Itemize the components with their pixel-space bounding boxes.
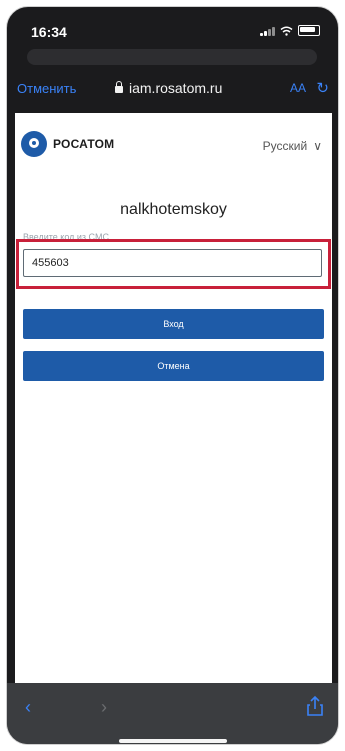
text-size-button[interactable]: AA xyxy=(290,81,306,95)
browser-toolbar: ‹ › xyxy=(7,683,338,744)
home-indicator xyxy=(119,739,227,743)
screenshot-frame: 16:34 Отменить iam.rosatom.ru AA ↻ РОСАТ… xyxy=(0,0,345,751)
lock-icon xyxy=(115,81,123,93)
language-selector[interactable]: Русский ∨ xyxy=(263,139,322,153)
reload-icon[interactable]: ↻ xyxy=(316,79,329,97)
status-icons xyxy=(260,25,320,36)
browser-cancel-button[interactable]: Отменить xyxy=(17,81,76,96)
share-icon[interactable] xyxy=(304,695,326,717)
username-title: nalkhotemskoy xyxy=(120,201,227,218)
signal-icon xyxy=(260,26,275,36)
phone-screen: 16:34 Отменить iam.rosatom.ru AA ↻ РОСАТ… xyxy=(6,6,339,745)
address-bar[interactable]: iam.rosatom.ru xyxy=(115,80,222,96)
web-page: РОСАТОМ Русский ∨ nalkhotemskoy Введите … xyxy=(15,113,332,683)
sms-code-input[interactable] xyxy=(23,249,322,277)
battery-icon xyxy=(298,25,320,36)
url-text: iam.rosatom.ru xyxy=(129,80,223,96)
status-bar: 16:34 xyxy=(7,7,338,47)
chevron-down-icon: ∨ xyxy=(313,139,322,153)
rosatom-logo: РОСАТОМ xyxy=(21,131,114,157)
logo-text: РОСАТОМ xyxy=(53,137,115,151)
status-time: 16:34 xyxy=(31,24,67,40)
wifi-icon xyxy=(280,26,293,36)
login-button[interactable]: Вход xyxy=(23,309,324,339)
rosatom-logo-icon xyxy=(21,131,47,157)
language-label: Русский xyxy=(262,139,308,153)
browser-navbar: Отменить iam.rosatom.ru AA ↻ xyxy=(7,67,338,113)
cancel-button[interactable]: Отмена xyxy=(23,351,324,381)
tab-strip xyxy=(27,49,317,65)
forward-icon[interactable]: › xyxy=(101,697,107,718)
back-icon[interactable]: ‹ xyxy=(25,697,31,718)
